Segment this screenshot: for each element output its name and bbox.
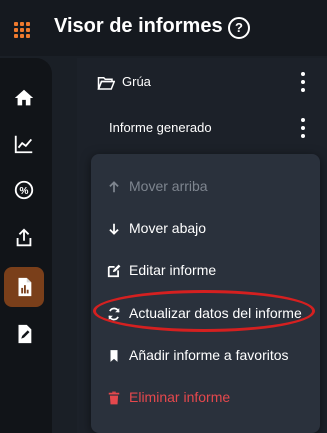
more-options-icon[interactable] — [299, 118, 307, 138]
chart-line-icon — [14, 135, 33, 154]
trash-icon — [108, 391, 120, 405]
svg-text:%: % — [20, 186, 29, 197]
apps-grid-icon[interactable] — [14, 22, 30, 38]
edit-icon — [107, 264, 121, 278]
sidebar-item-percent[interactable]: % — [4, 170, 44, 210]
menu-item-add-to-favorites[interactable]: Añadir informe a favoritos — [91, 336, 320, 376]
sidebar-item-home[interactable] — [4, 78, 44, 118]
sidebar-item-edit-report[interactable] — [4, 314, 44, 354]
page-title: Visor de informes — [54, 15, 223, 37]
menu-item-move-down[interactable]: Mover abajo — [91, 209, 320, 249]
report-icon — [18, 277, 32, 297]
folder-open-icon — [97, 77, 115, 90]
menu-item-move-up: Mover arriba — [91, 167, 320, 207]
share-icon — [16, 228, 32, 247]
list-item-report[interactable]: Informe generado — [77, 110, 327, 146]
report-label: Informe generado — [109, 120, 212, 135]
highlight-circle-annotation — [93, 290, 315, 332]
arrow-up-icon — [109, 181, 119, 193]
percent-icon: % — [14, 180, 34, 200]
home-icon — [14, 89, 34, 106]
menu-item-edit-report[interactable]: Editar informe — [91, 251, 320, 291]
folder-label: Grúa — [122, 74, 151, 89]
list-item-folder[interactable]: Grúa — [77, 64, 327, 100]
sidebar-item-share[interactable] — [4, 218, 44, 258]
menu-item-delete-report[interactable]: Eliminar informe — [91, 378, 320, 418]
sidebar-item-reports[interactable] — [4, 267, 44, 307]
edit-document-icon — [18, 324, 32, 344]
app-header: Visor de informes ? — [0, 0, 327, 56]
sidebar-item-charts[interactable] — [4, 124, 44, 164]
arrow-down-icon — [109, 223, 119, 235]
sidebar: % — [0, 58, 52, 433]
more-options-icon[interactable] — [299, 72, 307, 92]
help-icon[interactable]: ? — [228, 17, 250, 39]
bookmark-icon — [110, 350, 118, 362]
